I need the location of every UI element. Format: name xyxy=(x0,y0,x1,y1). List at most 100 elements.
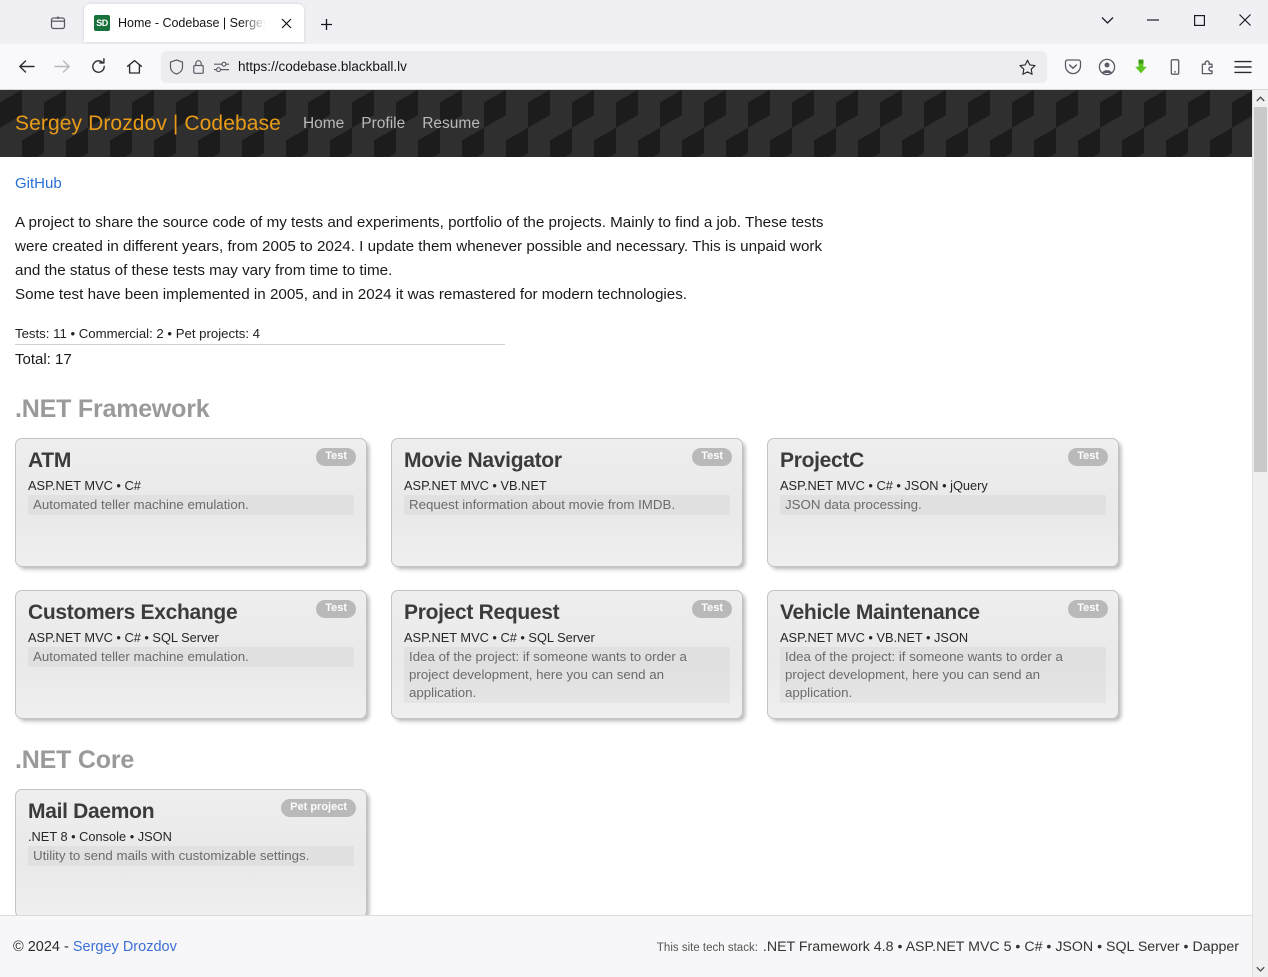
card-grid-dotnet-framework: Test ATM ASP.NET MVC • C# Automated tell… xyxy=(15,438,1237,720)
scroll-down-button[interactable] xyxy=(1253,960,1268,977)
card-tech-stack: ASP.NET MVC • VB.NET • JSON xyxy=(780,630,969,646)
status-badge: Test xyxy=(316,600,356,619)
intro-line-2: were created in different years, from 20… xyxy=(15,237,823,255)
total-line: Total: 17 xyxy=(15,351,72,369)
page-viewport: Sergey Drozdov | Codebase Home Profile R… xyxy=(0,90,1268,977)
card-grid-dotnet-core: Pet project Mail Daemon .NET 8 • Console… xyxy=(15,789,1237,915)
browser-tab[interactable]: SD Home - Codebase | Sergey Droz xyxy=(84,4,304,42)
card-description: Automated teller machine emulation. xyxy=(28,495,354,515)
permissions-icon[interactable] xyxy=(213,60,230,74)
back-icon xyxy=(18,60,35,73)
extensions-icon[interactable] xyxy=(1193,51,1225,83)
pocket-icon[interactable] xyxy=(1057,51,1089,83)
close-window-button[interactable] xyxy=(1222,0,1268,40)
project-card[interactable]: Test Movie Navigator ASP.NET MVC • VB.NE… xyxy=(391,438,743,568)
status-badge: Test xyxy=(316,448,356,467)
url-bar[interactable]: https://codebase.blackball.lv xyxy=(161,50,1047,83)
card-description: Request information about movie from IMD… xyxy=(404,495,730,515)
site-navigation: Home Profile Resume xyxy=(303,115,480,133)
card-tech-stack: ASP.NET MVC • C# • SQL Server xyxy=(404,630,595,646)
project-card[interactable]: Test Customers Exchange ASP.NET MVC • C#… xyxy=(15,590,367,720)
nav-item-resume[interactable]: Resume xyxy=(422,115,480,133)
project-card[interactable]: Test ATM ASP.NET MVC • C# Automated tell… xyxy=(15,438,367,568)
section-title-dotnet-framework: .NET Framework xyxy=(15,395,210,424)
card-description: Automated teller machine emulation. xyxy=(28,647,354,667)
page-content: GitHub A project to share the source cod… xyxy=(0,157,1252,915)
card-tech-stack: .NET 8 • Console • JSON xyxy=(28,829,172,845)
navigation-toolbar: https://codebase.blackball.lv xyxy=(0,44,1268,90)
stats-line: Tests: 11 • Commercial: 2 • Pet projects… xyxy=(15,326,505,346)
copyright: © 2024 - Sergey Drozdov xyxy=(13,939,177,955)
tab-title: Home - Codebase | Sergey Droz xyxy=(118,16,268,30)
site-brand-link[interactable]: Sergey Drozdov | Codebase xyxy=(15,112,281,136)
card-description: Idea of the project: if someone wants to… xyxy=(404,647,730,702)
reload-icon xyxy=(91,58,105,73)
scrollbar-thumb[interactable] xyxy=(1254,107,1267,472)
section-title-dotnet-core: .NET Core xyxy=(15,746,135,775)
card-title: ATM xyxy=(28,449,72,473)
home-button[interactable] xyxy=(117,50,151,84)
tech-stack-footer: This site tech stack: .NET Framework 4.8… xyxy=(657,939,1239,955)
card-tech-stack: ASP.NET MVC • VB.NET xyxy=(404,478,547,494)
new-tab-button[interactable] xyxy=(312,10,340,38)
intro-line-4: Some test have been implemented in 2005,… xyxy=(15,285,688,303)
page-scrollbar[interactable] xyxy=(1252,90,1268,977)
card-description: Utility to send mails with customizable … xyxy=(28,846,354,866)
site-footer: © 2024 - Sergey Drozdov This site tech s… xyxy=(0,915,1252,977)
home-icon xyxy=(126,59,142,74)
tech-stack-label: This site tech stack: xyxy=(656,941,758,954)
project-card[interactable]: Test Vehicle Maintenance ASP.NET MVC • V… xyxy=(767,590,1119,720)
nav-item-home[interactable]: Home xyxy=(303,115,344,133)
tab-favicon: SD xyxy=(94,15,110,31)
intro-line-1: A project to share the source code of my… xyxy=(15,214,824,231)
account-icon[interactable] xyxy=(1091,51,1123,83)
maximize-button[interactable] xyxy=(1176,0,1222,40)
status-badge: Test xyxy=(692,600,732,619)
intro-line-3: and the status of these tests may vary f… xyxy=(15,261,393,279)
browser-window: SD Home - Codebase | Sergey Droz xyxy=(0,0,1268,977)
back-button[interactable] xyxy=(9,50,43,84)
card-title: Vehicle Maintenance xyxy=(780,601,980,625)
reload-button[interactable] xyxy=(81,50,115,84)
card-description: JSON data processing. xyxy=(780,495,1106,515)
status-badge: Test xyxy=(692,448,732,467)
copyright-prefix: © 2024 - xyxy=(13,938,73,955)
card-description: Idea of the project: if someone wants to… xyxy=(780,647,1106,702)
window-controls xyxy=(1084,0,1268,40)
status-badge: Test xyxy=(1068,448,1108,467)
tech-stack-value: .NET Framework 4.8 • ASP.NET MVC 5 • C# … xyxy=(762,938,1239,955)
url-text[interactable]: https://codebase.blackball.lv xyxy=(238,59,1007,74)
firefox-view-icon xyxy=(50,16,66,30)
github-link[interactable]: GitHub xyxy=(15,175,62,192)
status-badge: Pet project xyxy=(281,799,356,818)
card-title: Customers Exchange xyxy=(28,601,238,625)
card-title: Project Request xyxy=(404,601,560,625)
tab-close-icon[interactable] xyxy=(276,13,296,33)
project-card[interactable]: Pet project Mail Daemon .NET 8 • Console… xyxy=(15,789,367,915)
minimize-button[interactable] xyxy=(1130,0,1176,40)
forward-icon xyxy=(53,60,70,73)
status-badge: Test xyxy=(1068,600,1108,619)
shield-icon[interactable] xyxy=(169,58,184,75)
project-card[interactable]: Test ProjectC ASP.NET MVC • C# • JSON • … xyxy=(767,438,1119,568)
card-title: ProjectC xyxy=(780,449,864,473)
lock-icon[interactable] xyxy=(192,59,205,75)
downloads-icon[interactable] xyxy=(1125,51,1157,83)
project-card[interactable]: Test Project Request ASP.NET MVC • C# • … xyxy=(391,590,743,720)
list-all-tabs-button[interactable] xyxy=(1084,0,1130,40)
card-tech-stack: ASP.NET MVC • C# xyxy=(28,478,141,494)
firefox-view-button[interactable] xyxy=(38,5,78,41)
page-column: Sergey Drozdov | Codebase Home Profile R… xyxy=(0,90,1252,977)
author-link[interactable]: Sergey Drozdov xyxy=(73,939,177,955)
card-tech-stack: ASP.NET MVC • C# • SQL Server xyxy=(28,630,219,646)
bookmark-star-icon[interactable] xyxy=(1015,55,1039,79)
nav-item-profile[interactable]: Profile xyxy=(361,115,405,133)
intro-text: A project to share the source code of my… xyxy=(15,211,1237,306)
scroll-up-button[interactable] xyxy=(1253,90,1268,107)
card-title: Movie Navigator xyxy=(404,449,562,473)
app-menu-icon[interactable] xyxy=(1227,51,1259,83)
forward-button[interactable] xyxy=(45,50,79,84)
stats-block: Tests: 11 • Commercial: 2 • Pet projects… xyxy=(15,326,1237,368)
mobile-icon[interactable] xyxy=(1159,51,1191,83)
card-tech-stack: ASP.NET MVC • C# • JSON • jQuery xyxy=(780,478,988,494)
